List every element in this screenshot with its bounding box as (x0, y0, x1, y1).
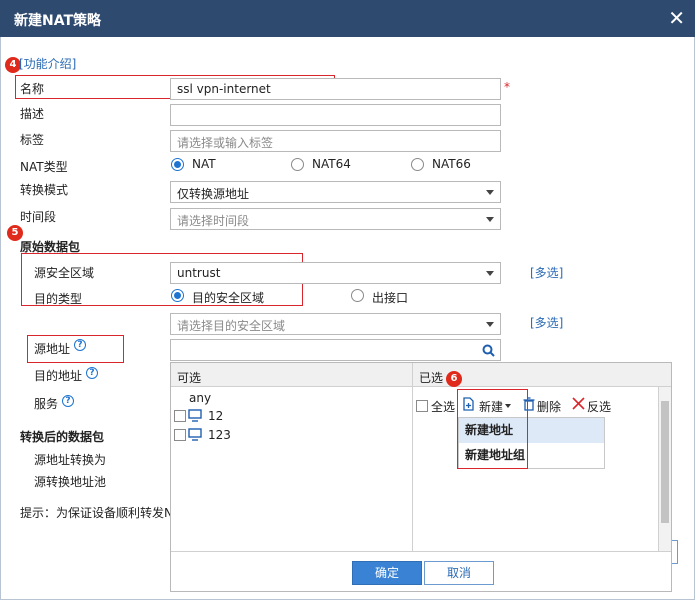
chevron-down-icon (486, 322, 494, 327)
dst-type-label: 目的类型 (34, 292, 83, 306)
scrollbar[interactable] (658, 387, 671, 551)
required-mark: * (504, 80, 510, 94)
nat66-option-label: NAT66 (432, 157, 471, 171)
src-zone-select[interactable]: untrust (170, 262, 501, 284)
mode-select[interactable]: 仅转换源地址 (170, 181, 501, 203)
delete-button[interactable]: 删除 (537, 398, 561, 415)
nat-option-label: NAT (192, 157, 216, 171)
dst-zone-placeholder: 请选择目的安全区域 (177, 319, 286, 333)
nat64-radio[interactable] (291, 158, 304, 171)
nat66-radio[interactable] (411, 158, 424, 171)
name-label: 名称 (20, 82, 45, 96)
mode-value: 仅转换源地址 (177, 187, 250, 201)
nat-radio[interactable] (171, 158, 184, 171)
annotation-box-new (457, 389, 528, 469)
close-icon[interactable]: ✕ (668, 6, 685, 30)
help-icon[interactable]: ? (62, 395, 74, 407)
tag-label: 标签 (20, 133, 45, 147)
dst-zone-multi-link[interactable]: [多选] (530, 314, 563, 331)
picker-divider (412, 363, 413, 551)
out-interface-option-label: 出接口 (372, 291, 409, 305)
chevron-down-icon (486, 217, 494, 222)
list-item-123[interactable]: 123 (208, 428, 231, 442)
selected-header: 已选 (419, 371, 444, 385)
address-picker: 可选 已选 any 12 123 全选 新建 删除 反选 新建地址 新建地址组 (170, 362, 672, 592)
src-zone-value: untrust (177, 266, 221, 280)
scrollbar-thumb[interactable] (661, 401, 669, 523)
dialog-title: 新建NAT策略 (14, 13, 102, 29)
src-zone-label: 源安全区域 (34, 266, 95, 280)
nat64-option-label: NAT64 (312, 157, 351, 171)
src-addr-label: 源地址 (34, 342, 71, 356)
help-icon[interactable]: ? (86, 367, 98, 379)
dst-zone-option-label: 目的安全区域 (192, 291, 265, 305)
cross-icon (572, 397, 585, 410)
list-item-12[interactable]: 12 (208, 409, 223, 423)
help-link[interactable]: [功能介绍] (19, 55, 76, 72)
cancel-button[interactable]: 取消 (424, 561, 494, 585)
tag-input[interactable]: 请选择或输入标签 (170, 130, 501, 152)
picker-footer-divider (171, 551, 671, 552)
ok-button[interactable]: 确定 (352, 561, 422, 585)
src-translate-label: 源地址转换为 (34, 453, 107, 467)
list-item-any[interactable]: any (189, 391, 211, 405)
available-header: 可选 (177, 371, 202, 385)
select-all-checkbox[interactable] (416, 400, 428, 412)
mode-label: 转换模式 (20, 183, 69, 197)
dst-addr-label: 目的地址 (34, 369, 83, 383)
invert-button[interactable]: 反选 (587, 398, 611, 415)
desc-label: 描述 (20, 107, 45, 121)
computer-icon (188, 409, 202, 422)
service-label: 服务 (34, 397, 59, 411)
dst-zone-radio[interactable] (171, 289, 184, 302)
dialog-titlebar: 新建NAT策略 ✕ (0, 0, 695, 37)
dst-zone-select[interactable]: 请选择目的安全区域 (170, 313, 501, 335)
src-addr-search-input[interactable] (170, 339, 501, 361)
src-zone-multi-link[interactable]: [多选] (530, 264, 563, 281)
translated-section-title: 转换后的数据包 (20, 430, 105, 444)
desc-input[interactable] (170, 104, 501, 126)
marker-6: 6 (446, 371, 462, 387)
select-all-label: 全选 (431, 400, 456, 414)
search-icon (482, 344, 495, 357)
checkbox-123[interactable] (174, 429, 186, 441)
chevron-down-icon (486, 271, 494, 276)
checkbox-12[interactable] (174, 410, 186, 422)
time-placeholder: 请选择时间段 (177, 214, 250, 228)
src-pool-label: 源转换地址池 (34, 475, 107, 489)
nat-type-label: NAT类型 (20, 160, 68, 174)
time-label: 时间段 (20, 210, 57, 224)
name-input[interactable]: ssl vpn-internet (170, 78, 501, 100)
time-select[interactable]: 请选择时间段 (170, 208, 501, 230)
computer-icon (188, 428, 202, 441)
help-icon[interactable]: ? (74, 339, 86, 351)
out-interface-radio[interactable] (351, 289, 364, 302)
chevron-down-icon (486, 190, 494, 195)
hint-text: 提示：为保证设备顺利转发N (20, 506, 173, 520)
